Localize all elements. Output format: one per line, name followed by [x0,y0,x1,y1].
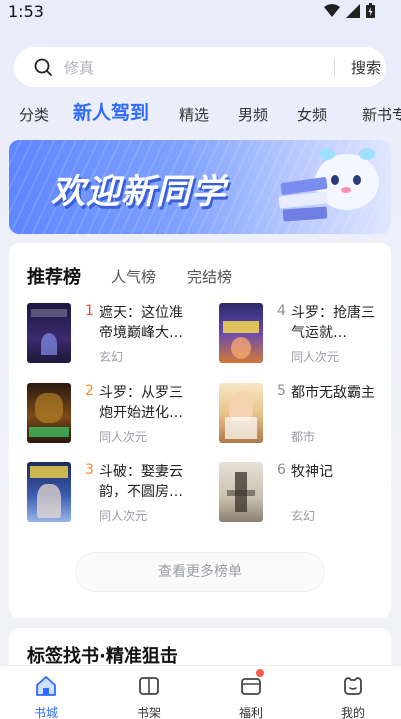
ranking-card: 推荐榜 人气榜 完结榜 1 遮天：这位准帝境巅峰大… 玄幻 2 斗罗：从罗三炮开… [9,243,391,618]
book-cover [27,383,71,443]
nav-label: 书城 [33,706,58,719]
bottom-nav: 书城 书架 福利 我的 [0,665,401,719]
book-genre: 都市 [291,430,316,444]
book-title: 斗罗：抢唐三气运就… [291,305,375,341]
book-genre: 同人次元 [99,509,148,523]
book-cover [219,383,263,443]
tab-male[interactable]: 男频 [238,104,268,125]
nav-label: 书架 [136,706,161,719]
status-time: 1:53 [8,2,44,21]
book-cover [219,462,263,522]
mascot-illustration [278,148,379,222]
book-item[interactable]: 1 遮天：这位准帝境巅峰大… 玄幻 [27,303,197,367]
more-rankings-button[interactable]: 查看更多榜单 [75,552,325,592]
welcome-banner[interactable]: 欢迎新同学 [9,140,391,234]
book-item[interactable]: 2 斗罗：从罗三炮开始进化… 同人次元 [27,383,197,447]
battery-icon [366,3,375,18]
search-bar[interactable]: 修真 搜索 [14,47,386,87]
tab-new-books[interactable]: 新书专 [362,104,401,125]
book-cover [27,303,71,363]
bookshelf-icon [139,677,159,695]
book-title: 都市无敌霸主 [291,385,375,401]
book-cover [219,303,263,363]
tab-popular[interactable]: 人气榜 [111,266,156,287]
book-item[interactable]: 4 斗罗：抢唐三气运就… 同人次元 [219,303,389,367]
nav-label: 福利 [238,706,263,719]
book-rank: 5 [277,383,286,399]
book-rank: 6 [277,462,286,478]
search-divider [334,58,335,76]
book-title: 牧神记 [291,464,333,480]
book-rank: 4 [277,303,286,319]
book-rank: 3 [85,462,94,478]
nav-label: 我的 [340,706,365,719]
book-item[interactable]: 6 牧神记 玄幻 [219,462,389,526]
tab-completed[interactable]: 完结榜 [187,266,232,287]
book-item[interactable]: 5 都市无敌霸主 都市 [219,383,389,447]
tab-newcomer[interactable]: 新人驾到 [73,98,149,125]
signal-icon [346,3,360,18]
category-tabs: 分类 新人驾到 精选 男频 女频 新书专 [0,98,401,130]
search-input[interactable]: 修真 [64,57,94,78]
bookstore-icon [36,676,56,696]
book-genre: 同人次元 [291,350,340,364]
tab-female[interactable]: 女频 [297,104,327,125]
tab-category[interactable]: 分类 [19,104,49,125]
status-icons [324,3,375,18]
book-genre: 玄幻 [291,509,316,523]
book-genre: 同人次元 [99,430,148,444]
wifi-icon [324,3,340,17]
benefits-icon [241,678,261,695]
notification-dot [256,669,264,677]
book-rank: 1 [85,303,94,319]
status-bar: 1:53 [0,0,401,26]
book-title: 遮天：这位准帝境巅峰大… [99,305,183,341]
tab-recommended[interactable]: 推荐榜 [27,263,81,289]
profile-icon [344,677,362,695]
book-cover [27,462,71,522]
book-title: 斗罗：从罗三炮开始进化… [99,385,183,421]
book-item[interactable]: 3 斗破：娶妻云韵，不圆房… 同人次元 [27,462,197,526]
search-icon [34,58,52,76]
book-rank: 2 [85,383,94,399]
book-genre: 玄幻 [99,350,124,364]
search-button[interactable]: 搜索 [351,57,381,78]
banner-text: 欢迎新同学 [51,172,226,212]
tab-featured[interactable]: 精选 [179,104,209,125]
book-title: 斗破：娶妻云韵，不圆房… [99,464,183,500]
